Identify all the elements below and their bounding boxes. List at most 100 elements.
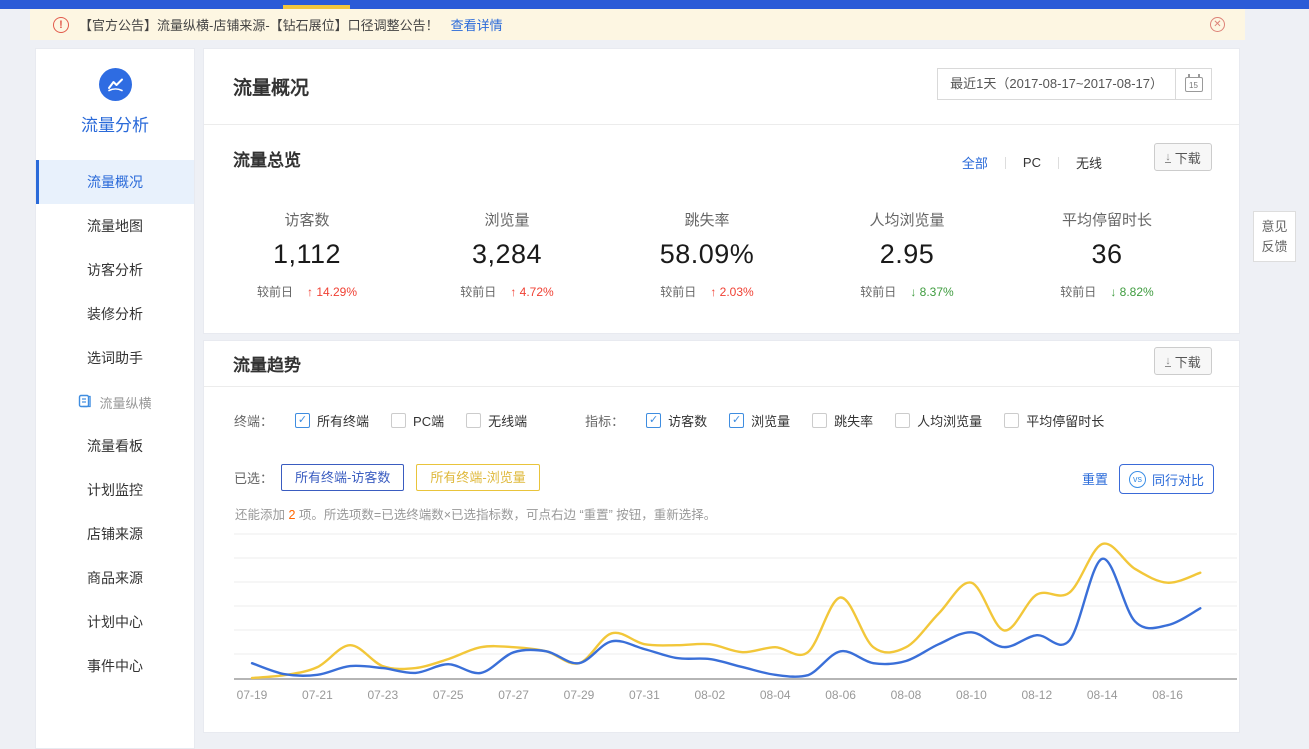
- checkbox-label: 平均停留时长: [1026, 411, 1104, 430]
- vs-icon: vs: [1129, 471, 1146, 488]
- metric-option-3[interactable]: ✓人均浏览量: [895, 411, 982, 430]
- reset-link[interactable]: 重置: [1082, 469, 1108, 488]
- stat-compare: 较前日↑ 4.72%: [407, 283, 607, 300]
- x-axis-label: 07-25: [433, 688, 464, 702]
- divider: [204, 386, 1239, 387]
- traffic-trend-card: 流量趋势 ↓ 下载 终端：✓所有终端✓PC端✓无线端指标：✓访客数✓浏览量✓跳失…: [203, 340, 1240, 733]
- checkbox-label: 浏览量: [751, 411, 790, 430]
- announcement-text: 【官方公告】流量纵横-店铺来源-【钻石展位】口径调整公告！: [79, 15, 439, 34]
- download-icon: ↓: [1165, 152, 1171, 163]
- selected-tag-1[interactable]: 所有终端-浏览量: [416, 464, 539, 491]
- sidebar-item-4[interactable]: 选词助手: [36, 336, 194, 380]
- warning-icon: !: [53, 17, 69, 33]
- metric-option-2[interactable]: ✓ 跳失率: [812, 411, 873, 430]
- compare-label: 较前日: [257, 285, 293, 299]
- scope-tab-0[interactable]: 全部: [945, 153, 1005, 172]
- sidebar-item-7[interactable]: 计划监控: [36, 468, 194, 512]
- change-percent: 14.29%: [316, 285, 357, 299]
- metric-option-0[interactable]: ✓访客数: [646, 411, 707, 430]
- sidebar: 流量分析 流量概况流量地图访客分析装修分析选词助手流量纵横流量看板计划监控店铺来…: [35, 48, 195, 749]
- sidebar-item-1[interactable]: 流量地图: [36, 204, 194, 248]
- selected-label: 已选：: [234, 468, 273, 487]
- feedback-label-line2: 反馈: [1254, 237, 1295, 257]
- stat-0: 访客数1,112较前日↑ 14.29%: [207, 209, 407, 300]
- sidebar-item-9[interactable]: 商品来源: [36, 556, 194, 600]
- stat-value: 3,284: [407, 239, 607, 270]
- stat-compare: 较前日 ↑ 14.29%: [207, 283, 407, 300]
- scope-tabs: 全部PC无线: [945, 149, 1119, 176]
- terminal-option-2[interactable]: ✓无线端: [466, 411, 527, 430]
- x-axis-label: 07-23: [367, 688, 398, 702]
- checkbox-unchecked-icon[interactable]: ✓: [895, 413, 910, 428]
- sidebar-item-10[interactable]: 计划中心: [36, 600, 194, 644]
- checkbox-label: 所有终端: [317, 411, 369, 430]
- compare-label: 较前日: [1060, 285, 1096, 299]
- peer-compare-button[interactable]: vs 同行对比: [1119, 464, 1214, 494]
- checkbox-checked-icon[interactable]: ✓: [295, 413, 310, 428]
- date-range-picker[interactable]: 最近1天（2017-08-17~2017-08-17） 15: [937, 68, 1212, 100]
- scope-tab-1[interactable]: PC: [1006, 155, 1058, 170]
- checkbox-unchecked-icon[interactable]: ✓: [812, 413, 827, 428]
- x-axis-label: 07-29: [564, 688, 595, 702]
- stat-label: 浏览量: [407, 209, 607, 230]
- sidebar-item-6[interactable]: 流量看板: [36, 424, 194, 468]
- checkbox-checked-icon[interactable]: ✓: [729, 413, 744, 428]
- scope-tab-2[interactable]: 无线: [1059, 153, 1119, 172]
- checkbox-unchecked-icon[interactable]: ✓: [1004, 413, 1019, 428]
- stat-1: 浏览量 3,284 较前日↑ 4.72%: [407, 209, 607, 300]
- stat-value: 2.95: [807, 239, 1007, 270]
- stat-compare: 较前日↓ 8.37%: [807, 283, 1007, 300]
- terminal-option-1[interactable]: ✓PC端: [391, 411, 444, 430]
- checkbox-label: 跳失率: [834, 411, 873, 430]
- feedback-tab[interactable]: 意见 反馈: [1253, 211, 1296, 262]
- metric-option-4[interactable]: ✓ 平均停留时长: [1004, 411, 1104, 430]
- close-icon[interactable]: ✕: [1210, 17, 1225, 32]
- sidebar-item-0[interactable]: 流量概况: [36, 160, 194, 204]
- stat-compare: 较前日 ↓ 8.82%: [1007, 283, 1207, 300]
- date-range-text: 最近1天（2017-08-17~2017-08-17）: [938, 69, 1175, 99]
- section-title-overview: 流量总览: [233, 146, 301, 171]
- peer-compare-label: 同行对比: [1152, 470, 1204, 489]
- metric-option-1[interactable]: ✓ 浏览量: [729, 411, 790, 430]
- sidebar-menu: 流量概况流量地图访客分析装修分析选词助手流量纵横流量看板计划监控店铺来源商品来源…: [36, 160, 194, 688]
- change-percent: 8.82%: [1120, 285, 1154, 299]
- checkbox-unchecked-icon[interactable]: ✓: [391, 413, 406, 428]
- down-arrow-icon: ↓: [910, 285, 916, 299]
- stat-value: 36: [1007, 239, 1207, 270]
- announcement-link[interactable]: 查看详情: [451, 15, 503, 34]
- x-axis-label: 08-08: [891, 688, 922, 702]
- feedback-label-line1: 意见: [1254, 217, 1295, 237]
- sidebar-item-2[interactable]: 访客分析: [36, 248, 194, 292]
- terminal-option-0[interactable]: ✓ 所有终端: [295, 411, 369, 430]
- sidebar-item-11[interactable]: 事件中心: [36, 644, 194, 688]
- x-axis-label: 08-04: [760, 688, 791, 702]
- traffic-overview-card: 流量概况 最近1天（2017-08-17~2017-08-17） 15 流量总览…: [203, 48, 1240, 334]
- change-percent: 4.72%: [520, 285, 554, 299]
- page-title: 流量概况: [233, 73, 309, 100]
- x-axis-label: 08-02: [694, 688, 725, 702]
- stat-label: 平均停留时长: [1007, 209, 1207, 230]
- sidebar-item-8[interactable]: 店铺来源: [36, 512, 194, 556]
- sidebar-item-3[interactable]: 装修分析: [36, 292, 194, 336]
- calendar-icon: 15: [1185, 77, 1203, 92]
- change-percent: 8.37%: [920, 285, 954, 299]
- filters-row: 终端：✓所有终端✓PC端✓无线端指标：✓访客数✓浏览量✓跳失率✓人均浏览量✓平均…: [234, 411, 1104, 430]
- sidebar-section-label: 流量纵横: [99, 393, 151, 412]
- sidebar-section-traffic-compass[interactable]: 流量纵横: [36, 380, 194, 424]
- checkbox-unchecked-icon[interactable]: ✓: [466, 413, 481, 428]
- x-axis-label: 07-27: [498, 688, 529, 702]
- down-arrow-icon: ↓: [1110, 285, 1116, 299]
- calendar-button[interactable]: 15: [1175, 69, 1211, 99]
- selected-tag-0[interactable]: 所有终端-访客数: [281, 464, 404, 491]
- download-label: 下载: [1175, 148, 1201, 167]
- section-title-trend: 流量趋势: [233, 351, 301, 376]
- book-icon: [78, 394, 92, 411]
- up-arrow-icon: ↑: [307, 285, 313, 299]
- x-axis-label: 07-21: [302, 688, 333, 702]
- download-button-trend[interactable]: ↓ 下载: [1154, 347, 1212, 375]
- checkbox-checked-icon[interactable]: ✓: [646, 413, 661, 428]
- x-axis-label: 07-19: [237, 688, 268, 702]
- series-line-0: [252, 544, 1200, 678]
- x-axis-label: 08-14: [1087, 688, 1118, 702]
- download-button-overview[interactable]: ↓ 下载: [1154, 143, 1212, 171]
